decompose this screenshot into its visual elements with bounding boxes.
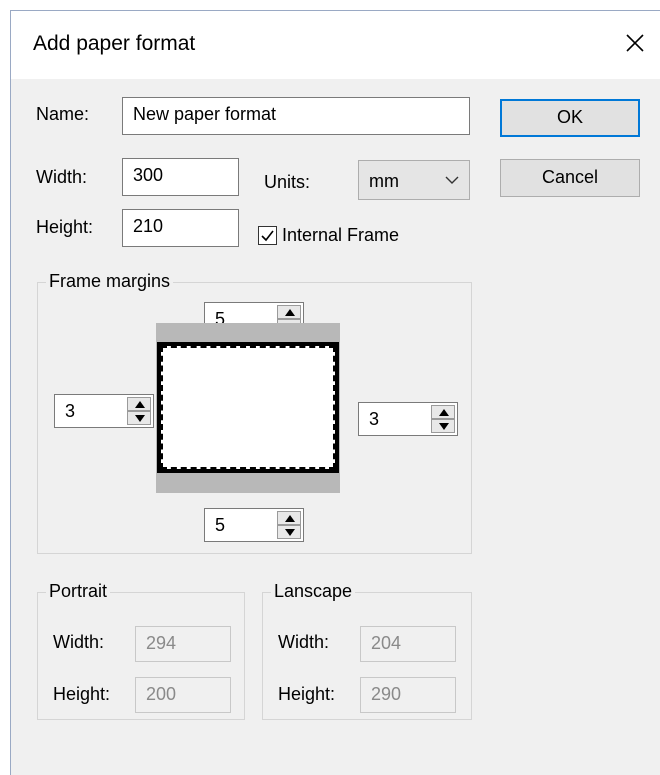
- portrait-height-label: Height:: [53, 684, 111, 704]
- units-value: mm: [369, 171, 399, 191]
- close-button[interactable]: [617, 25, 653, 61]
- spin-up-icon[interactable]: [431, 405, 455, 419]
- height-label: Height:: [36, 217, 94, 237]
- right-margin-value: 3: [369, 409, 380, 429]
- checkmark-icon: [261, 230, 274, 242]
- left-margin-spinner[interactable]: 3: [54, 394, 154, 428]
- width-label: Width:: [36, 167, 88, 187]
- right-margin-spinner[interactable]: 3: [358, 402, 458, 436]
- landscape-width-label: Width:: [278, 632, 330, 652]
- portrait-title: Portrait: [46, 581, 111, 602]
- title-bar: Add paper format: [11, 11, 660, 79]
- spin-arrows: [127, 397, 151, 425]
- height-field[interactable]: 210: [122, 209, 239, 247]
- landscape-title: Lanscape: [271, 581, 356, 602]
- spin-up-icon[interactable]: [277, 511, 301, 525]
- spin-down-icon[interactable]: [127, 411, 151, 425]
- units-label: Units:: [264, 172, 311, 192]
- width-field[interactable]: 300: [122, 158, 239, 196]
- portrait-height-field: 200: [135, 677, 231, 713]
- frame-preview-paper: [161, 346, 335, 469]
- landscape-height-label: Height:: [278, 684, 336, 704]
- spin-up-icon[interactable]: [127, 397, 151, 411]
- dialog-title: Add paper format: [33, 32, 196, 55]
- portrait-width-label: Width:: [53, 632, 105, 652]
- spin-arrows: [431, 405, 455, 433]
- name-field[interactable]: New paper format: [122, 97, 470, 135]
- landscape-height-field: 290: [360, 677, 456, 713]
- spin-arrows: [277, 511, 301, 539]
- bottom-margin-spinner[interactable]: 5: [204, 508, 304, 542]
- internal-frame-checkbox[interactable]: [258, 226, 277, 245]
- spin-down-icon[interactable]: [431, 419, 455, 433]
- close-icon: [626, 34, 644, 52]
- name-label: Name:: [36, 104, 90, 124]
- bottom-margin-value: 5: [215, 515, 226, 535]
- internal-frame-label: Internal Frame: [282, 225, 400, 245]
- landscape-width-field: 204: [360, 626, 456, 662]
- cancel-button[interactable]: Cancel: [500, 159, 640, 197]
- units-dropdown[interactable]: mm: [358, 160, 470, 200]
- portrait-width-field: 294: [135, 626, 231, 662]
- ok-button[interactable]: OK: [500, 99, 640, 137]
- chevron-down-icon: [445, 176, 459, 184]
- left-margin-value: 3: [65, 401, 76, 421]
- spin-down-icon[interactable]: [277, 525, 301, 539]
- frame-margins-title: Frame margins: [46, 271, 174, 292]
- spin-up-icon[interactable]: [277, 305, 301, 319]
